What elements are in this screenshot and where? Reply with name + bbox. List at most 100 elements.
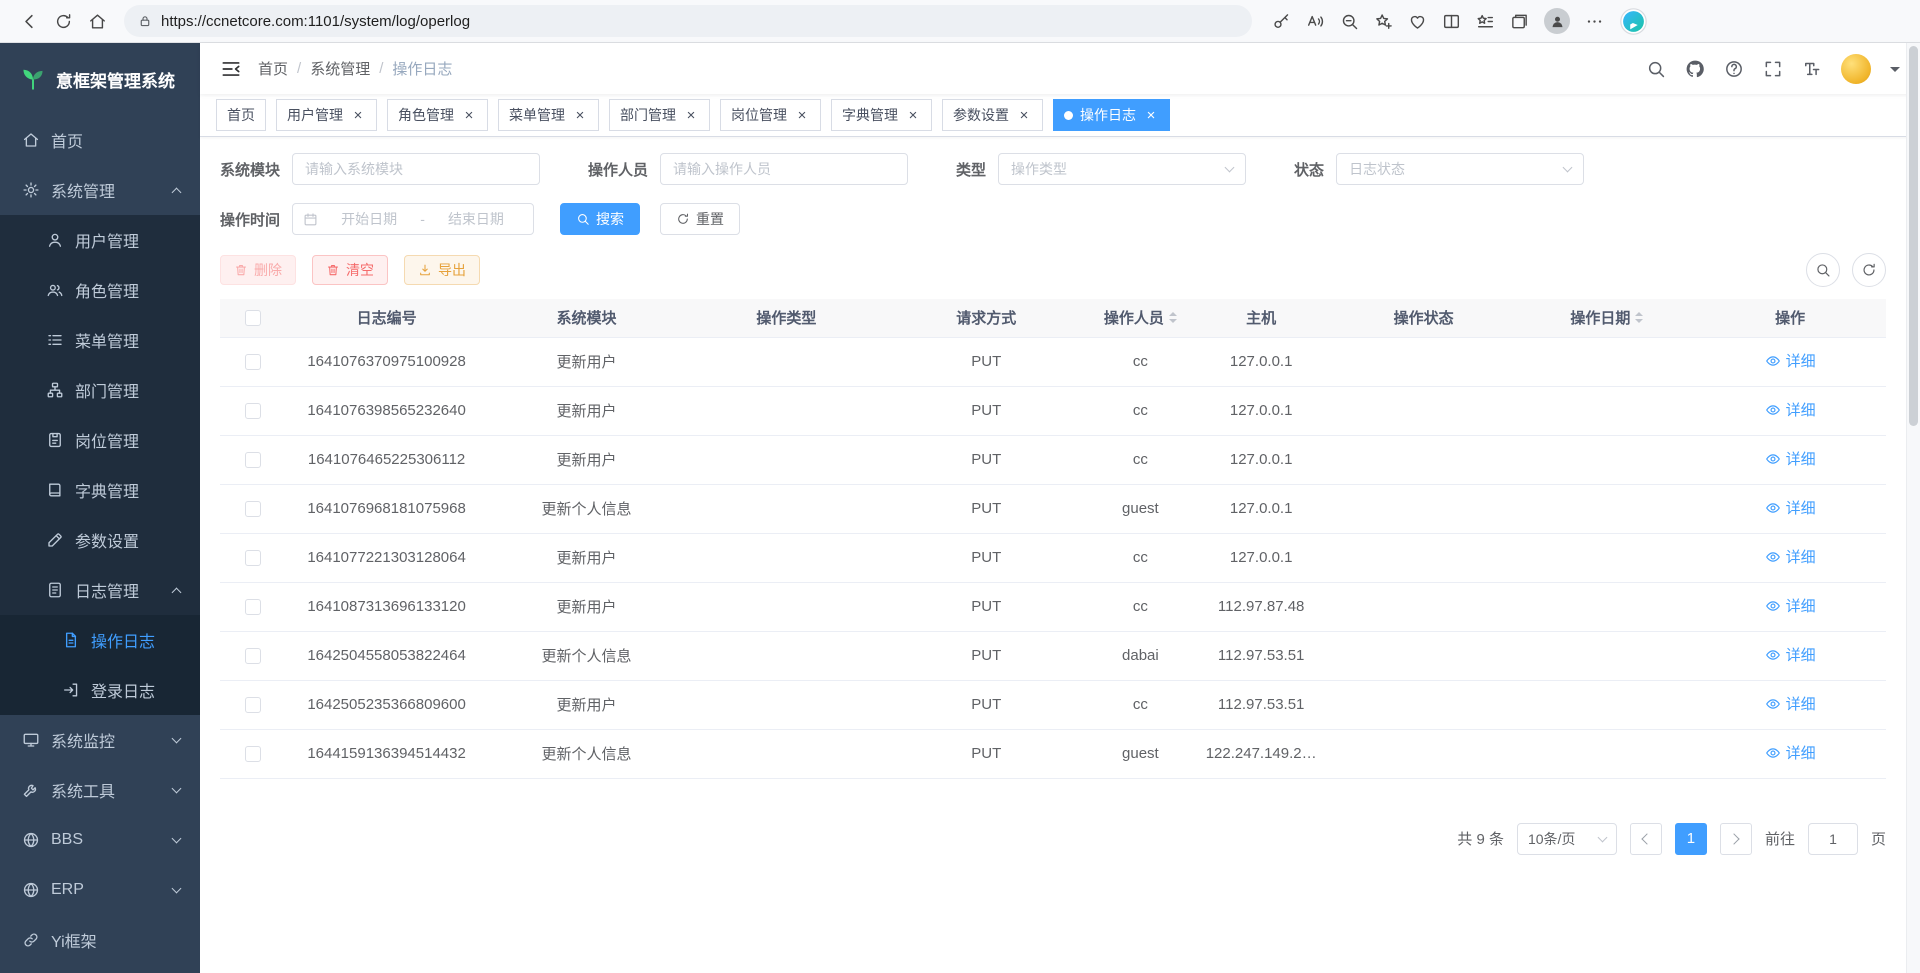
close-icon[interactable]: ×: [905, 107, 921, 123]
menu-fold-button[interactable]: [220, 58, 242, 80]
sidebar-item-login-log[interactable]: 登录日志: [0, 665, 200, 715]
row-checkbox[interactable]: [245, 599, 261, 615]
sidebar-item-menu-mgmt[interactable]: 菜单管理: [0, 315, 200, 365]
oper-type-placeholder: 操作类型: [1011, 159, 1067, 179]
fullscreen-icon[interactable]: [1763, 59, 1783, 79]
module-input[interactable]: [292, 153, 540, 185]
browser-refresh-button[interactable]: [46, 4, 80, 38]
tab-oper-log[interactable]: 操作日志×: [1053, 99, 1170, 131]
row-checkbox[interactable]: [245, 452, 261, 468]
sidebar-item-post-mgmt[interactable]: 岗位管理: [0, 415, 200, 465]
zoom-out-icon[interactable]: [1340, 12, 1359, 31]
help-icon[interactable]: [1724, 59, 1744, 79]
sidebar-item-dept-mgmt[interactable]: 部门管理: [0, 365, 200, 415]
close-icon[interactable]: ×: [1143, 107, 1159, 123]
row-checkbox[interactable]: [245, 550, 261, 566]
date-range-picker[interactable]: 开始日期 - 结束日期: [292, 203, 534, 235]
more-options-icon[interactable]: [1585, 12, 1604, 31]
header-search-icon[interactable]: [1646, 59, 1666, 79]
oper-type-select[interactable]: 操作类型: [998, 153, 1246, 185]
sidebar-item-system-mgmt[interactable]: 系统管理: [0, 165, 200, 215]
detail-link[interactable]: 详细: [1765, 497, 1816, 518]
row-checkbox[interactable]: [245, 403, 261, 419]
breadcrumb-item-system[interactable]: 系统管理: [310, 58, 370, 79]
search-button[interactable]: 搜索: [560, 203, 640, 235]
detail-link[interactable]: 详细: [1765, 448, 1816, 469]
detail-link[interactable]: 详细: [1765, 350, 1816, 371]
row-checkbox[interactable]: [245, 354, 261, 370]
breadcrumb-item-home[interactable]: 首页: [258, 58, 288, 79]
caret-down-icon[interactable]: [1890, 67, 1900, 77]
detail-link[interactable]: 详细: [1765, 595, 1816, 616]
close-icon[interactable]: ×: [1016, 107, 1032, 123]
close-icon[interactable]: ×: [572, 107, 588, 123]
prev-page-button[interactable]: [1630, 823, 1662, 855]
sidebar-item-erp[interactable]: ERP: [0, 865, 200, 915]
detail-link[interactable]: 详细: [1765, 742, 1816, 763]
show-search-button[interactable]: [1806, 253, 1840, 287]
tab-dept-mgmt[interactable]: 部门管理×: [609, 99, 710, 131]
favorites-icon[interactable]: [1476, 12, 1495, 31]
bing-icon[interactable]: [1619, 7, 1648, 36]
clear-button[interactable]: 清空: [312, 255, 388, 285]
page-size-select[interactable]: 10条/页: [1517, 823, 1617, 855]
url-bar[interactable]: https://ccnetcore.com:1101/system/log/op…: [124, 5, 1252, 37]
page-1-button[interactable]: 1: [1675, 823, 1707, 855]
tab-role-mgmt[interactable]: 角色管理×: [387, 99, 488, 131]
sort-icon[interactable]: [1635, 312, 1643, 323]
read-aloud-icon[interactable]: [1306, 12, 1325, 31]
detail-link[interactable]: 详细: [1765, 693, 1816, 714]
export-button[interactable]: 导出: [404, 255, 480, 285]
log-status-select[interactable]: 日志状态: [1336, 153, 1584, 185]
next-page-button[interactable]: [1720, 823, 1752, 855]
row-checkbox[interactable]: [245, 648, 261, 664]
close-icon[interactable]: ×: [794, 107, 810, 123]
tab-dict-mgmt[interactable]: 字典管理×: [831, 99, 932, 131]
browser-essentials-icon[interactable]: [1408, 12, 1427, 31]
split-screen-icon[interactable]: [1442, 12, 1461, 31]
sidebar-item-system-monitor[interactable]: 系统监控: [0, 715, 200, 765]
operator-input[interactable]: [660, 153, 908, 185]
refresh-table-button[interactable]: [1852, 253, 1886, 287]
close-icon[interactable]: ×: [683, 107, 699, 123]
sidebar-item-role-mgmt[interactable]: 角色管理: [0, 265, 200, 315]
sidebar-item-log-mgmt[interactable]: 日志管理: [0, 565, 200, 615]
select-all-checkbox[interactable]: [245, 310, 261, 326]
sort-icon[interactable]: [1169, 312, 1177, 323]
tab-post-mgmt[interactable]: 岗位管理×: [720, 99, 821, 131]
delete-button[interactable]: 删除: [220, 255, 296, 285]
add-favorite-star-icon[interactable]: [1374, 12, 1393, 31]
tab-home[interactable]: 首页: [216, 99, 266, 131]
tab-user-mgmt[interactable]: 用户管理×: [276, 99, 377, 131]
detail-link[interactable]: 详细: [1765, 399, 1816, 420]
row-checkbox[interactable]: [245, 746, 261, 762]
detail-link[interactable]: 详细: [1765, 644, 1816, 665]
sidebar-item-oper-log[interactable]: 操作日志: [0, 615, 200, 665]
row-checkbox[interactable]: [245, 697, 261, 713]
sidebar-item-param-settings[interactable]: 参数设置: [0, 515, 200, 565]
scrollbar-thumb[interactable]: [1909, 46, 1918, 426]
sidebar-item-user-mgmt[interactable]: 用户管理: [0, 215, 200, 265]
tab-param-settings[interactable]: 参数设置×: [942, 99, 1043, 131]
browser-home-button[interactable]: [80, 4, 114, 38]
font-size-icon[interactable]: [1802, 59, 1822, 79]
goto-page-input[interactable]: [1808, 823, 1858, 855]
github-icon[interactable]: [1685, 59, 1705, 79]
sidebar-item-system-tools[interactable]: 系统工具: [0, 765, 200, 815]
close-icon[interactable]: ×: [461, 107, 477, 123]
detail-link[interactable]: 详细: [1765, 546, 1816, 567]
page-scrollbar[interactable]: [1906, 43, 1920, 973]
reset-button[interactable]: 重置: [660, 203, 740, 235]
user-avatar[interactable]: [1841, 54, 1871, 84]
collections-icon[interactable]: [1510, 12, 1529, 31]
sidebar-item-home[interactable]: 首页: [0, 115, 200, 165]
sidebar-item-bbs[interactable]: BBS: [0, 815, 200, 865]
tab-menu-mgmt[interactable]: 菜单管理×: [498, 99, 599, 131]
sidebar-item-dict-mgmt[interactable]: 字典管理: [0, 465, 200, 515]
close-icon[interactable]: ×: [350, 107, 366, 123]
sidebar-item-yi-framework[interactable]: Yi框架: [0, 915, 200, 965]
browser-profile-avatar[interactable]: [1544, 8, 1570, 34]
row-checkbox[interactable]: [245, 501, 261, 517]
browser-back-button[interactable]: [12, 4, 46, 38]
password-key-icon[interactable]: [1272, 12, 1291, 31]
